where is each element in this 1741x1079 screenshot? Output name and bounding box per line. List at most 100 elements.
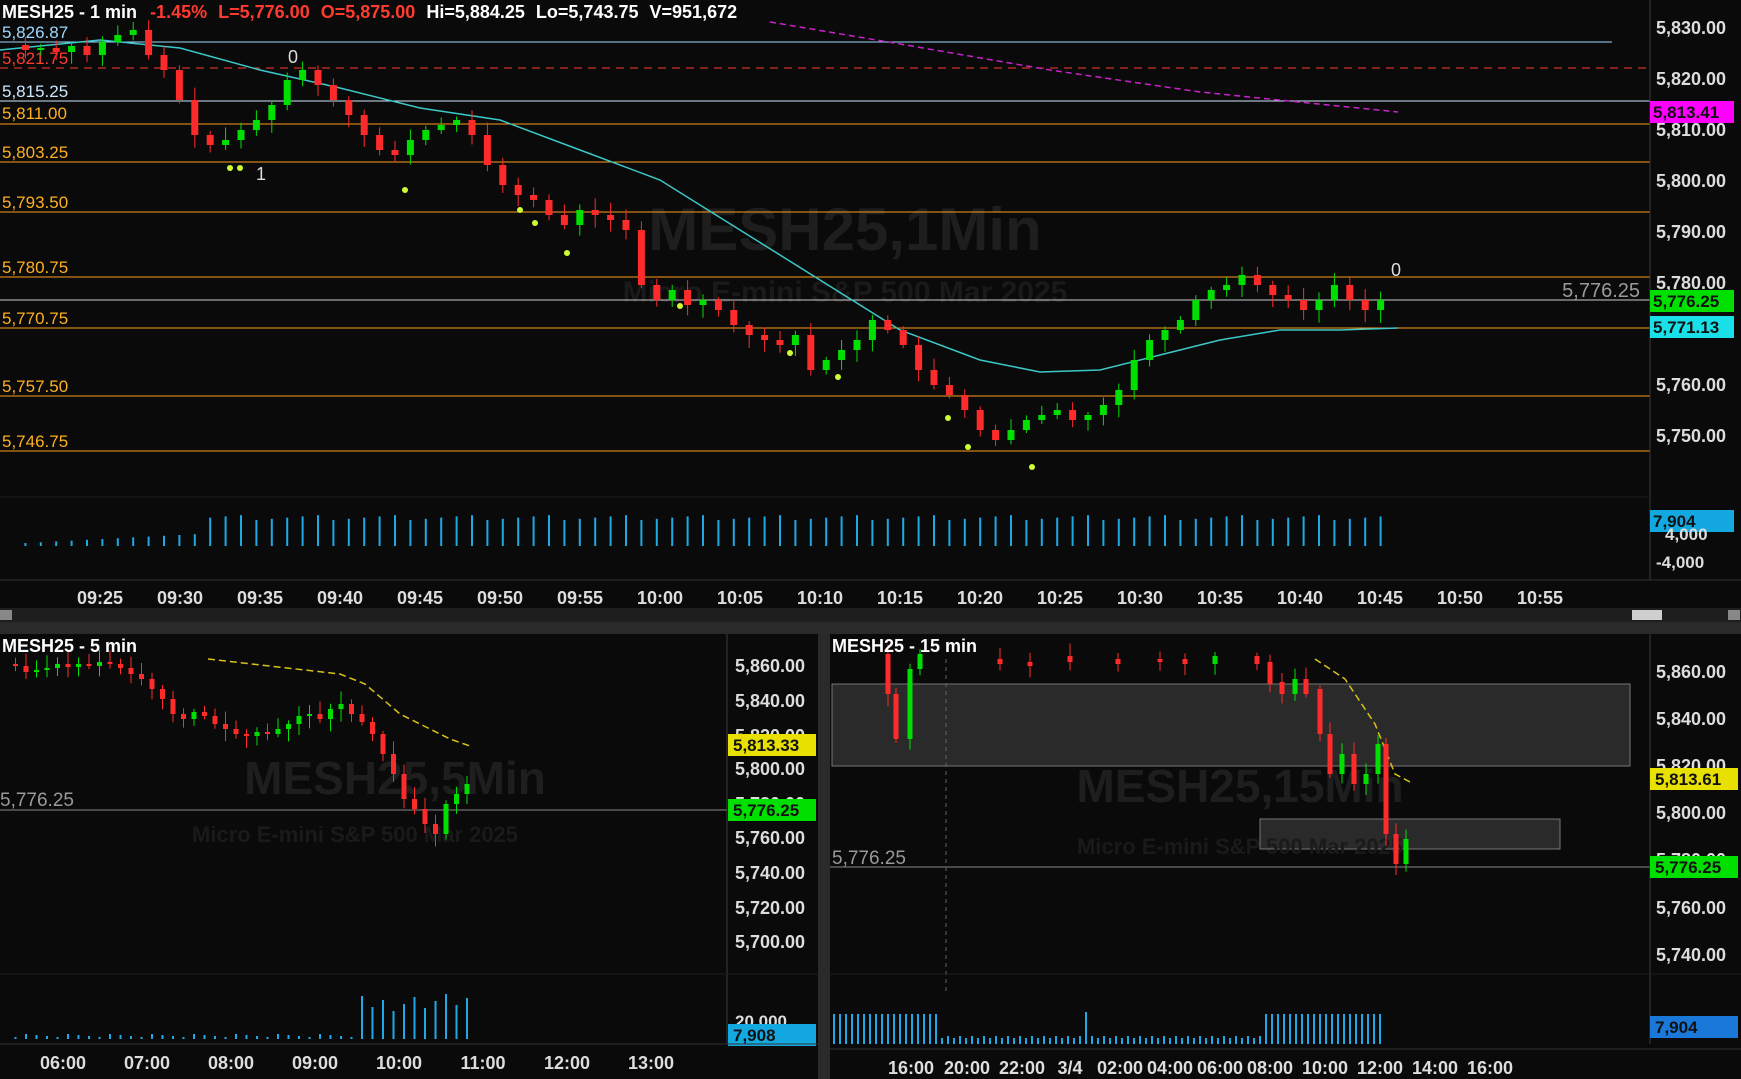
candle-body bbox=[391, 754, 396, 774]
chart-5min-title: MESH25 - 5 min bbox=[2, 636, 138, 656]
chart-1min-watermark: MESH25,1Min bbox=[648, 196, 1041, 263]
candle-body bbox=[422, 130, 430, 140]
candle-body bbox=[454, 794, 459, 804]
price-axis-label: 5,830.00 bbox=[1656, 18, 1726, 38]
time-axis-label: 12:00 bbox=[1357, 1058, 1403, 1078]
candle-body bbox=[1238, 275, 1246, 285]
last-price-badge-text: 5,776.25 bbox=[1653, 292, 1719, 311]
candle-body bbox=[545, 200, 553, 215]
candle-body bbox=[37, 48, 45, 50]
candle-body bbox=[1351, 754, 1357, 784]
chart-1min-panel[interactable]: MESH25 - 1 min -1.45% L=5,776.00 O=5,875… bbox=[0, 0, 1741, 608]
candle-body bbox=[233, 729, 239, 734]
time-axis: 06:00 07:00 08:00 09:00 10:00 11:00 12:00 13:00 bbox=[40, 1053, 674, 1073]
time-axis-label: 08:00 bbox=[208, 1053, 254, 1073]
time-axis-label: 09:45 bbox=[397, 588, 443, 608]
candle-body bbox=[1207, 290, 1215, 300]
candle-body bbox=[349, 704, 354, 714]
current-price-inline: 5,776.25 bbox=[0, 790, 74, 811]
candle-body bbox=[1038, 415, 1046, 420]
level-label: 5,803.25 bbox=[2, 143, 68, 162]
candle-body bbox=[145, 30, 153, 55]
chart-1min-title: MESH25 - 1 min bbox=[2, 2, 138, 22]
candle-body bbox=[853, 340, 861, 350]
candle-body bbox=[222, 140, 230, 145]
candle-body bbox=[1223, 285, 1231, 290]
time-axis-label: 10:20 bbox=[957, 588, 1003, 608]
candle-body bbox=[376, 135, 384, 150]
time-axis-label: 04:00 bbox=[1147, 1058, 1193, 1078]
time-axis-label: 06:00 bbox=[1197, 1058, 1243, 1078]
signal-dot bbox=[1029, 464, 1035, 470]
price-axis-label: 5,820.00 bbox=[1656, 69, 1726, 89]
candle-body bbox=[1053, 410, 1061, 415]
candle-body bbox=[52, 48, 60, 52]
chart-1min-svg[interactable]: MESH25,1Min Micro E-mini S&P 500 Mar 202… bbox=[0, 0, 1741, 608]
level-label: 5,770.75 bbox=[2, 309, 68, 328]
scrollbar-right-arrow[interactable] bbox=[1728, 610, 1740, 620]
chart-15min-panel[interactable]: MESH25 - 15 min MESH25,15Min Micro E-min… bbox=[830, 634, 1741, 1079]
chart-15min-svg[interactable]: MESH25,15Min Micro E-mini S&P 500 Mar 20… bbox=[830, 634, 1741, 1079]
candle-body bbox=[338, 704, 344, 709]
candle-body bbox=[699, 300, 707, 305]
candle-body bbox=[730, 310, 738, 325]
candle-body bbox=[607, 215, 615, 220]
candle-body bbox=[254, 732, 260, 736]
candle-body bbox=[915, 345, 923, 370]
candle-body bbox=[653, 285, 661, 300]
candle-body bbox=[107, 662, 113, 664]
chart-5min-panel[interactable]: MESH25 - 5 min MESH25,5Min Micro E-mini … bbox=[0, 634, 818, 1079]
scrollbar-left-arrow[interactable] bbox=[0, 610, 12, 620]
time-axis-label: 09:35 bbox=[237, 588, 283, 608]
candle-body bbox=[314, 70, 322, 85]
time-axis-label: 10:00 bbox=[1302, 1058, 1348, 1078]
candle-body bbox=[98, 42, 106, 55]
time-axis-label: 08:00 bbox=[1247, 1058, 1293, 1078]
candle-body bbox=[1192, 300, 1200, 320]
candle-body bbox=[1300, 300, 1308, 310]
signal-dot bbox=[402, 187, 408, 193]
price-axis-label: 5,840.00 bbox=[1656, 709, 1726, 729]
candle-body bbox=[668, 290, 676, 300]
vwap-price-badge-text: 5,813.41 bbox=[1653, 103, 1719, 122]
candle-body bbox=[684, 290, 692, 305]
signal-dot bbox=[787, 350, 793, 356]
supply-zone bbox=[831, 683, 1631, 767]
candle-body bbox=[422, 809, 428, 824]
time-axis-label: 10:40 bbox=[1277, 588, 1323, 608]
candle-body bbox=[1157, 659, 1163, 662]
scrollbar-thumb[interactable] bbox=[1632, 610, 1662, 620]
candle-body bbox=[86, 664, 92, 666]
pane-divider-vertical[interactable] bbox=[818, 634, 830, 1079]
candle-body bbox=[328, 709, 333, 719]
candle-body bbox=[380, 734, 386, 754]
vwap-line bbox=[207, 658, 471, 747]
chart-scrollbar[interactable] bbox=[0, 608, 1741, 622]
volume-axis-label: 4,000 bbox=[1665, 525, 1708, 544]
candle-body bbox=[237, 130, 245, 140]
volume-bars bbox=[24, 515, 1382, 546]
time-axis-label: 09:30 bbox=[157, 588, 203, 608]
candle-body bbox=[149, 679, 155, 689]
candle-body bbox=[191, 712, 197, 719]
chart-5min-header: MESH25 - 5 min bbox=[2, 636, 137, 657]
swing-marker: 1 bbox=[256, 164, 266, 184]
time-axis-label: 14:00 bbox=[1412, 1058, 1458, 1078]
change-percent: -1.45% bbox=[150, 2, 208, 22]
candle-body bbox=[299, 70, 307, 80]
candle-body bbox=[114, 35, 122, 42]
candle-body bbox=[160, 55, 168, 70]
candle-body bbox=[329, 85, 337, 100]
candle-body bbox=[1315, 300, 1323, 310]
time-axis-label: 09:00 bbox=[292, 1053, 338, 1073]
candle-body bbox=[1146, 340, 1154, 360]
candle-body bbox=[65, 664, 71, 667]
pane-divider-horizontal[interactable] bbox=[0, 622, 1741, 634]
time-axis-label: 12:00 bbox=[544, 1053, 590, 1073]
chart-5min-svg[interactable]: MESH25,5Min Micro E-mini S&P 500 Mar 202… bbox=[0, 634, 818, 1079]
current-price-inline: 5,776.25 bbox=[1562, 280, 1640, 302]
time-axis-label: 13:00 bbox=[628, 1053, 674, 1073]
candle-body bbox=[1375, 744, 1381, 774]
last-price-badge-text: 5,776.25 bbox=[1655, 858, 1721, 877]
candle-body bbox=[514, 185, 522, 195]
